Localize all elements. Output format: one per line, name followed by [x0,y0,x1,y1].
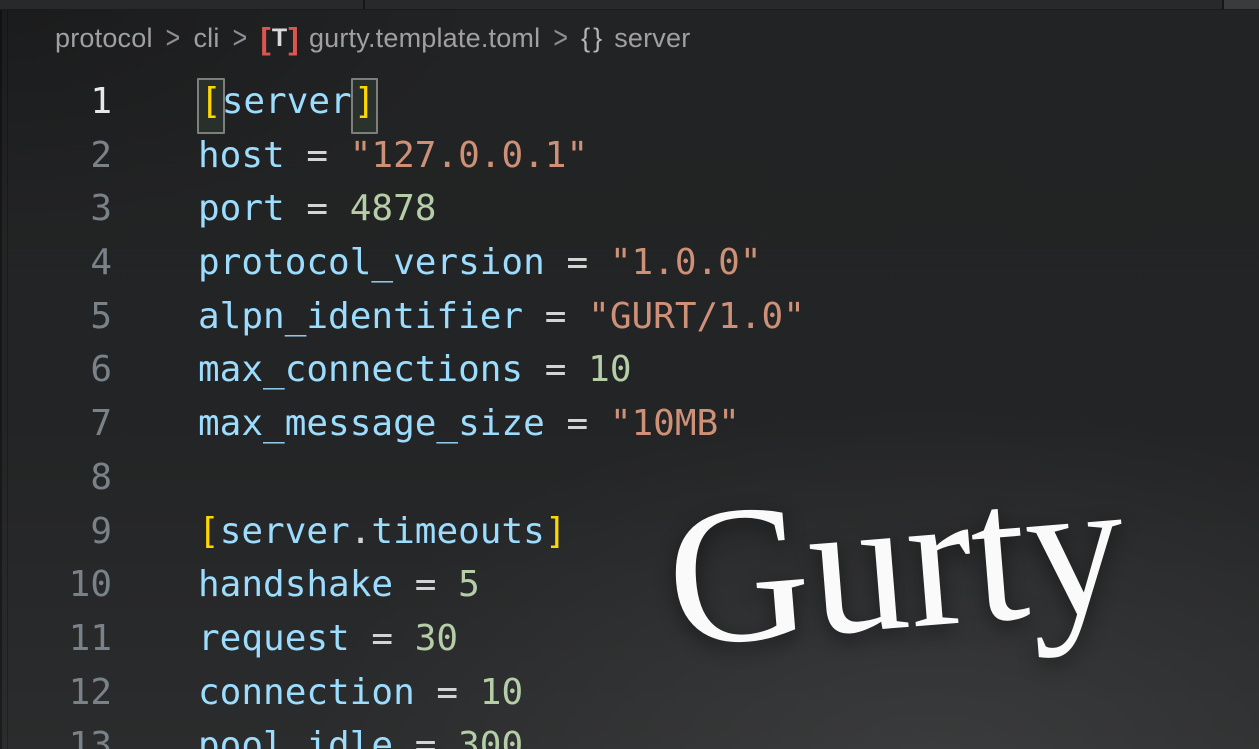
code-line[interactable]: 1[server] [0,75,1259,129]
code-token: 10 [480,672,523,713]
line-number[interactable]: 10 [0,558,112,612]
line-number[interactable]: 1 [0,75,112,129]
code-line-text[interactable]: host = "127.0.0.1" [112,129,588,183]
tab-bar-right-segment [1222,0,1259,9]
code-token: port [198,188,285,229]
code-line-text[interactable]: max_message_size = "10MB" [112,397,740,451]
code-line-text[interactable] [112,451,198,505]
code-token: = [545,242,610,283]
chevron-right-icon: > [166,20,181,56]
code-token: "127.0.0.1" [350,135,588,176]
line-number[interactable]: 5 [0,290,112,344]
code-token: host [198,135,285,176]
code-token: handshake [198,564,393,605]
matched-bracket: [ [197,78,225,134]
breadcrumb-item-cli[interactable]: cli [193,23,219,54]
code-token: ] [545,511,567,552]
code-line-text[interactable]: [server.timeouts] [112,505,567,559]
breadcrumb-item-symbol-server[interactable]: server [614,23,690,54]
code-token: = [523,296,588,337]
matched-bracket: ] [351,78,379,134]
code-token: = [393,564,458,605]
line-number[interactable]: 12 [0,666,112,720]
tab-divider [363,0,365,9]
line-number[interactable]: 9 [0,505,112,559]
code-token: protocol_version [198,242,545,283]
code-token: server [220,511,350,552]
code-token: 300 [458,725,523,749]
code-line[interactable]: 3port = 4878 [0,182,1259,236]
code-token: "GURT/1.0" [588,296,805,337]
vscode-window: protocol > cli > [T] gurty.template.toml… [0,0,1259,749]
code-token: = [285,135,350,176]
code-token: alpn_identifier [198,296,523,337]
code-line-text[interactable]: [server] [112,75,375,129]
breadcrumb-item-protocol[interactable]: protocol [55,23,153,54]
line-number[interactable]: 4 [0,236,112,290]
code-token: "1.0.0" [610,242,762,283]
code-token: [ [198,511,220,552]
toml-icon-bracket: [ [260,23,271,54]
code-line[interactable]: 4protocol_version = "1.0.0" [0,236,1259,290]
code-token: pool_idle [198,725,393,749]
toml-icon-bracket: ] [288,23,299,54]
code-token: request [198,618,350,659]
code-token: server [222,81,352,122]
chevron-right-icon: > [553,20,568,56]
code-line-text[interactable]: connection = 10 [112,666,523,720]
line-number[interactable]: 11 [0,612,112,666]
tab-bar [0,0,1259,10]
code-token: = [350,618,415,659]
code-token: 30 [415,618,458,659]
code-token: max_connections [198,349,523,390]
code-line[interactable]: 13pool_idle = 300 [0,719,1259,749]
code-token: timeouts [371,511,544,552]
line-number[interactable]: 8 [0,451,112,505]
code-line[interactable]: 12connection = 10 [0,666,1259,720]
code-line[interactable]: 6max_connections = 10 [0,343,1259,397]
code-token: connection [198,672,415,713]
code-token: 10 [588,349,631,390]
code-token: 5 [458,564,480,605]
toml-file-icon: [T] [260,23,299,54]
line-number[interactable]: 2 [0,129,112,183]
line-number[interactable]: 3 [0,182,112,236]
code-line-text[interactable]: alpn_identifier = "GURT/1.0" [112,290,805,344]
code-line[interactable]: 5alpn_identifier = "GURT/1.0" [0,290,1259,344]
code-line-text[interactable]: max_connections = 10 [112,343,632,397]
toml-icon-letter: T [272,26,287,51]
line-number[interactable]: 6 [0,343,112,397]
code-token: max_message_size [198,403,545,444]
code-line-text[interactable]: protocol_version = "1.0.0" [112,236,762,290]
code-line-text[interactable]: pool_idle = 300 [112,719,523,749]
code-line-text[interactable]: handshake = 5 [112,558,480,612]
code-token: = [545,403,610,444]
symbol-braces-icon: {} [581,23,605,54]
code-token: = [523,349,588,390]
gurty-watermark-title: Gurty [660,447,1132,679]
code-token: = [393,725,458,749]
chevron-right-icon: > [233,20,248,56]
line-number[interactable]: 7 [0,397,112,451]
code-token: = [285,188,350,229]
code-line-text[interactable]: port = 4878 [112,182,436,236]
code-line-text[interactable]: request = 30 [112,612,458,666]
code-token: . [350,511,372,552]
breadcrumb: protocol > cli > [T] gurty.template.toml… [0,10,1259,66]
line-number[interactable]: 13 [0,719,112,749]
code-token: = [415,672,480,713]
breadcrumb-item-filename[interactable]: gurty.template.toml [309,23,540,54]
code-token: "10MB" [610,403,740,444]
code-line[interactable]: 2host = "127.0.0.1" [0,129,1259,183]
code-token: 4878 [350,188,437,229]
